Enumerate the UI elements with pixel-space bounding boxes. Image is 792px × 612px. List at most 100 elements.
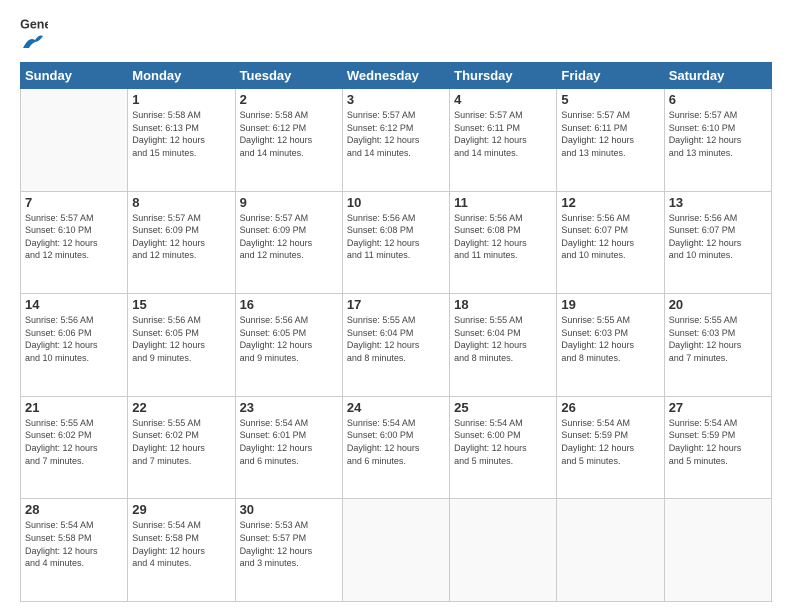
day-info: Sunrise: 5:53 AM Sunset: 5:57 PM Dayligh… — [240, 519, 338, 569]
calendar-cell: 3 Sunrise: 5:57 AM Sunset: 6:12 PM Daylig… — [342, 89, 449, 192]
day-number: 30 — [240, 502, 338, 517]
calendar-cell: 10Sunrise: 5:56 AM Sunset: 6:08 PM Dayli… — [342, 191, 449, 294]
calendar-cell: 28Sunrise: 5:54 AM Sunset: 5:58 PM Dayli… — [21, 499, 128, 602]
day-info: Sunrise: 5:56 AM Sunset: 6:07 PM Dayligh… — [669, 212, 767, 262]
day-number: 25 — [454, 400, 552, 415]
day-info: Sunrise: 5:57 AM Sunset: 6:12 PM Dayligh… — [347, 109, 445, 159]
weekday-header-monday: Monday — [128, 63, 235, 89]
calendar-cell: 2 Sunrise: 5:58 AM Sunset: 6:12 PM Daylig… — [235, 89, 342, 192]
day-number: 12 — [561, 195, 659, 210]
calendar-cell — [450, 499, 557, 602]
calendar-cell: 11 Sunrise: 5:56 AM Sunset: 6:08 PM Dayli… — [450, 191, 557, 294]
logo-icon: General — [20, 16, 48, 34]
day-info: Sunrise: 5:58 AM Sunset: 6:13 PM Dayligh… — [132, 109, 230, 159]
calendar-week-1: 1 Sunrise: 5:58 AM Sunset: 6:13 PM Daylig… — [21, 89, 772, 192]
weekday-header-row: SundayMondayTuesdayWednesdayThursdayFrid… — [21, 63, 772, 89]
calendar-cell: 6 Sunrise: 5:57 AM Sunset: 6:10 PM Daylig… — [664, 89, 771, 192]
day-number: 7 — [25, 195, 123, 210]
day-info: Sunrise: 5:55 AM Sunset: 6:02 PM Dayligh… — [132, 417, 230, 467]
day-number: 11 — [454, 195, 552, 210]
weekday-header-wednesday: Wednesday — [342, 63, 449, 89]
day-number: 14 — [25, 297, 123, 312]
calendar-cell: 17 Sunrise: 5:55 AM Sunset: 6:04 PM Dayli… — [342, 294, 449, 397]
day-number: 10 — [347, 195, 445, 210]
calendar-week-5: 28 Sunrise: 5:54 AM Sunset: 5:58 PM Dayli… — [21, 499, 772, 602]
day-info: Sunrise: 5:57 AM Sunset: 6:09 PM Dayligh… — [240, 212, 338, 262]
day-info: Sunrise: 5:56 AM Sunset: 6:07 PM Dayligh… — [561, 212, 659, 262]
logo-bird-icon — [21, 34, 43, 50]
day-number: 29 — [132, 502, 230, 517]
calendar-cell: 18 Sunrise: 5:55 AM Sunset: 6:04 PM Dayli… — [450, 294, 557, 397]
calendar-cell: 24Sunrise: 5:54 AM Sunset: 6:00 PM Dayli… — [342, 396, 449, 499]
calendar-cell — [557, 499, 664, 602]
calendar-cell: 26 Sunrise: 5:54 AM Sunset: 5:59 PM Dayli… — [557, 396, 664, 499]
day-info: Sunrise: 5:57 AM Sunset: 6:10 PM Dayligh… — [669, 109, 767, 159]
weekday-header-saturday: Saturday — [664, 63, 771, 89]
day-info: Sunrise: 5:56 AM Sunset: 6:05 PM Dayligh… — [132, 314, 230, 364]
calendar-cell: 8Sunrise: 5:57 AM Sunset: 6:09 PM Daylig… — [128, 191, 235, 294]
logo: General — [20, 18, 48, 50]
calendar-cell: 25 Sunrise: 5:54 AM Sunset: 6:00 PM Dayli… — [450, 396, 557, 499]
day-number: 21 — [25, 400, 123, 415]
weekday-header-thursday: Thursday — [450, 63, 557, 89]
calendar-cell: 20 Sunrise: 5:55 AM Sunset: 6:03 PM Dayli… — [664, 294, 771, 397]
day-number: 2 — [240, 92, 338, 107]
day-info: Sunrise: 5:57 AM Sunset: 6:09 PM Dayligh… — [132, 212, 230, 262]
day-info: Sunrise: 5:54 AM Sunset: 6:00 PM Dayligh… — [454, 417, 552, 467]
day-number: 18 — [454, 297, 552, 312]
day-number: 1 — [132, 92, 230, 107]
day-info: Sunrise: 5:54 AM Sunset: 5:59 PM Dayligh… — [669, 417, 767, 467]
day-number: 16 — [240, 297, 338, 312]
calendar-cell: 14 Sunrise: 5:56 AM Sunset: 6:06 PM Dayli… — [21, 294, 128, 397]
day-info: Sunrise: 5:55 AM Sunset: 6:02 PM Dayligh… — [25, 417, 123, 467]
day-info: Sunrise: 5:58 AM Sunset: 6:12 PM Dayligh… — [240, 109, 338, 159]
day-info: Sunrise: 5:56 AM Sunset: 6:08 PM Dayligh… — [454, 212, 552, 262]
calendar-cell — [21, 89, 128, 192]
day-number: 5 — [561, 92, 659, 107]
day-info: Sunrise: 5:57 AM Sunset: 6:11 PM Dayligh… — [561, 109, 659, 159]
day-number: 24 — [347, 400, 445, 415]
calendar-cell: 7 Sunrise: 5:57 AM Sunset: 6:10 PM Daylig… — [21, 191, 128, 294]
day-info: Sunrise: 5:57 AM Sunset: 6:11 PM Dayligh… — [454, 109, 552, 159]
day-info: Sunrise: 5:56 AM Sunset: 6:06 PM Dayligh… — [25, 314, 123, 364]
day-number: 20 — [669, 297, 767, 312]
calendar-cell: 4Sunrise: 5:57 AM Sunset: 6:11 PM Daylig… — [450, 89, 557, 192]
calendar-cell: 29 Sunrise: 5:54 AM Sunset: 5:58 PM Dayli… — [128, 499, 235, 602]
calendar-table: SundayMondayTuesdayWednesdayThursdayFrid… — [20, 62, 772, 602]
calendar-cell: 30 Sunrise: 5:53 AM Sunset: 5:57 PM Dayli… — [235, 499, 342, 602]
calendar-cell: 22Sunrise: 5:55 AM Sunset: 6:02 PM Dayli… — [128, 396, 235, 499]
day-info: Sunrise: 5:54 AM Sunset: 5:58 PM Dayligh… — [132, 519, 230, 569]
day-number: 13 — [669, 195, 767, 210]
day-number: 6 — [669, 92, 767, 107]
day-number: 26 — [561, 400, 659, 415]
day-info: Sunrise: 5:54 AM Sunset: 6:01 PM Dayligh… — [240, 417, 338, 467]
day-number: 28 — [25, 502, 123, 517]
calendar-cell: 13 Sunrise: 5:56 AM Sunset: 6:07 PM Dayli… — [664, 191, 771, 294]
calendar-cell: 21 Sunrise: 5:55 AM Sunset: 6:02 PM Dayli… — [21, 396, 128, 499]
day-info: Sunrise: 5:55 AM Sunset: 6:04 PM Dayligh… — [454, 314, 552, 364]
day-number: 27 — [669, 400, 767, 415]
day-info: Sunrise: 5:55 AM Sunset: 6:03 PM Dayligh… — [669, 314, 767, 364]
header: General — [20, 18, 772, 50]
day-number: 3 — [347, 92, 445, 107]
day-info: Sunrise: 5:55 AM Sunset: 6:04 PM Dayligh… — [347, 314, 445, 364]
calendar-cell: 16 Sunrise: 5:56 AM Sunset: 6:05 PM Dayli… — [235, 294, 342, 397]
calendar-cell — [342, 499, 449, 602]
day-number: 19 — [561, 297, 659, 312]
weekday-header-tuesday: Tuesday — [235, 63, 342, 89]
calendar-cell — [664, 499, 771, 602]
calendar-week-4: 21 Sunrise: 5:55 AM Sunset: 6:02 PM Dayli… — [21, 396, 772, 499]
calendar-cell: 9Sunrise: 5:57 AM Sunset: 6:09 PM Daylig… — [235, 191, 342, 294]
day-info: Sunrise: 5:55 AM Sunset: 6:03 PM Dayligh… — [561, 314, 659, 364]
weekday-header-sunday: Sunday — [21, 63, 128, 89]
calendar-cell: 27 Sunrise: 5:54 AM Sunset: 5:59 PM Dayli… — [664, 396, 771, 499]
day-info: Sunrise: 5:57 AM Sunset: 6:10 PM Dayligh… — [25, 212, 123, 262]
day-info: Sunrise: 5:54 AM Sunset: 5:59 PM Dayligh… — [561, 417, 659, 467]
calendar-week-2: 7 Sunrise: 5:57 AM Sunset: 6:10 PM Daylig… — [21, 191, 772, 294]
calendar-week-3: 14 Sunrise: 5:56 AM Sunset: 6:06 PM Dayli… — [21, 294, 772, 397]
calendar-cell: 15Sunrise: 5:56 AM Sunset: 6:05 PM Dayli… — [128, 294, 235, 397]
calendar-cell: 12 Sunrise: 5:56 AM Sunset: 6:07 PM Dayli… — [557, 191, 664, 294]
svg-text:General: General — [20, 17, 48, 31]
day-info: Sunrise: 5:56 AM Sunset: 6:05 PM Dayligh… — [240, 314, 338, 364]
day-number: 17 — [347, 297, 445, 312]
